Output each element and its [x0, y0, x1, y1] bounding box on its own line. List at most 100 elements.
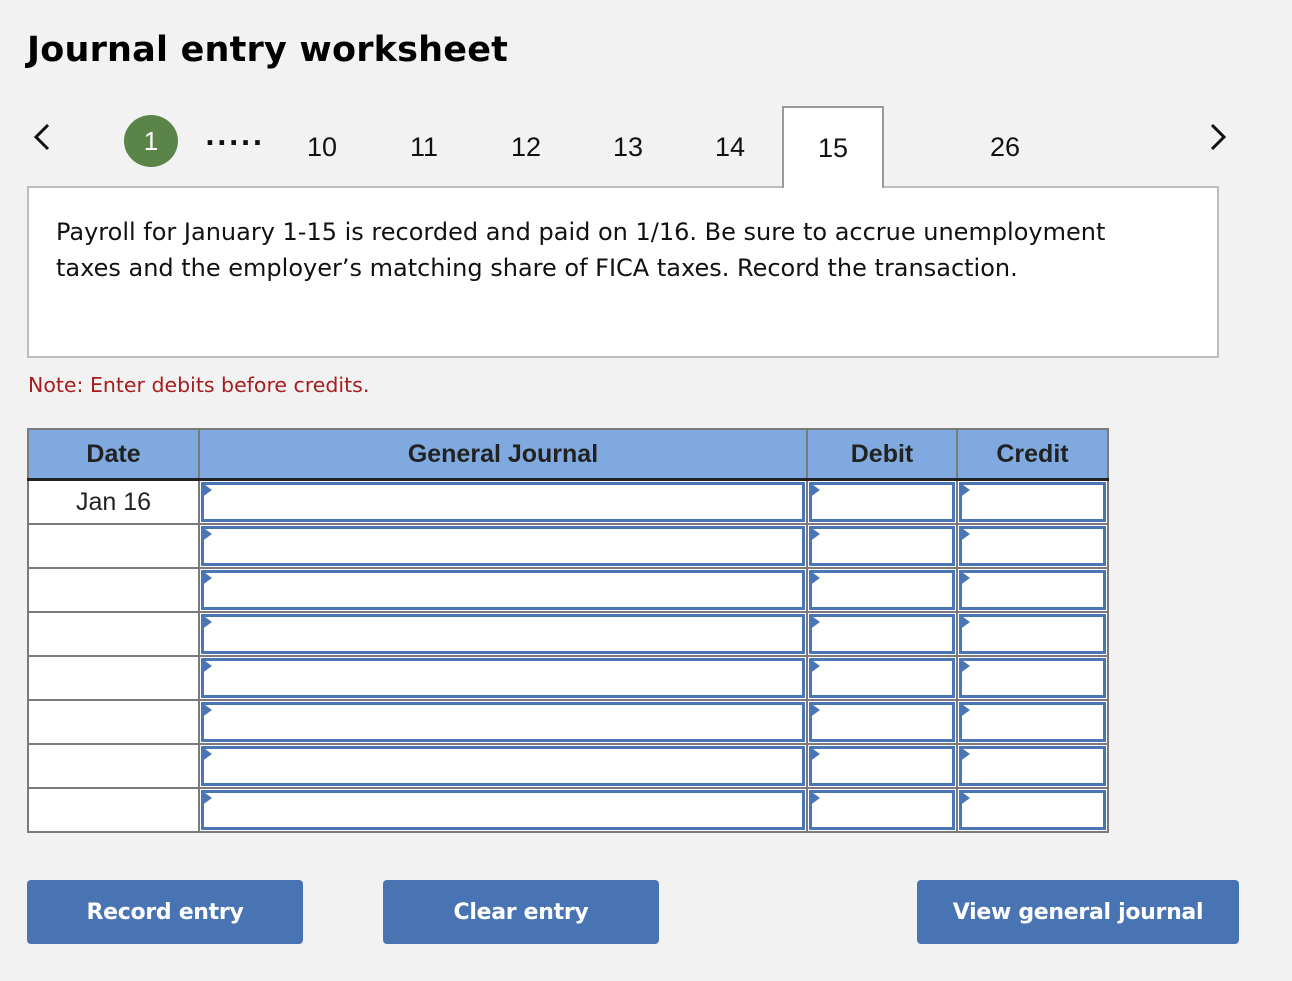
- next-button[interactable]: [1198, 112, 1238, 162]
- chevron-left-icon: [33, 123, 50, 151]
- journal-row: [27, 655, 1109, 701]
- journal-row: [27, 699, 1109, 745]
- credit-entry-field[interactable]: [959, 658, 1106, 698]
- general-journal-column-header: General Journal: [198, 428, 808, 481]
- debit-cell: [806, 787, 958, 833]
- tab-10[interactable]: 10: [272, 106, 372, 188]
- step-1-tab[interactable]: 1: [124, 115, 178, 167]
- account-cell: [198, 611, 808, 657]
- debit-column-header: Debit: [806, 428, 958, 481]
- journal-row: [27, 611, 1109, 657]
- credit-entry-field[interactable]: [959, 570, 1106, 610]
- tabs-ellipsis: .....: [205, 122, 265, 152]
- account-cell: [198, 787, 808, 833]
- tab-13[interactable]: 13: [578, 106, 678, 188]
- credit-cell: [956, 567, 1109, 613]
- account-entry-field[interactable]: [201, 526, 805, 566]
- page-title: Journal entry worksheet: [27, 30, 509, 70]
- tab-15-active[interactable]: 15: [782, 106, 884, 188]
- dropdown-indicator-icon: [201, 746, 212, 762]
- table-header-row: Date General Journal Debit Credit: [27, 428, 1109, 481]
- record-entry-button[interactable]: Record entry: [27, 880, 303, 944]
- dropdown-indicator-icon: [809, 526, 820, 542]
- credit-cell: [956, 655, 1109, 701]
- journal-row: Jan 16: [27, 478, 1109, 525]
- date-cell: [27, 743, 200, 789]
- instruction-note: Note: Enter debits before credits.: [28, 373, 370, 397]
- dropdown-indicator-icon: [809, 790, 820, 806]
- debit-entry-field[interactable]: [809, 790, 955, 830]
- account-cell: [198, 523, 808, 569]
- account-entry-field[interactable]: [201, 746, 805, 786]
- tab-12[interactable]: 12: [476, 106, 576, 188]
- dropdown-indicator-icon: [201, 614, 212, 630]
- tab-26[interactable]: 26: [955, 106, 1055, 188]
- dropdown-indicator-icon: [201, 570, 212, 586]
- credit-entry-field[interactable]: [959, 482, 1106, 522]
- view-general-journal-button[interactable]: View general journal: [917, 880, 1239, 944]
- credit-entry-field[interactable]: [959, 702, 1106, 742]
- credit-cell: [956, 523, 1109, 569]
- date-column-header: Date: [27, 428, 200, 481]
- dropdown-indicator-icon: [201, 790, 212, 806]
- debit-cell: [806, 743, 958, 789]
- dropdown-indicator-icon: [959, 790, 970, 806]
- debit-cell: [806, 611, 958, 657]
- date-cell: [27, 787, 200, 833]
- dropdown-indicator-icon: [959, 526, 970, 542]
- dropdown-indicator-icon: [201, 482, 212, 498]
- journal-row: [27, 567, 1109, 613]
- debit-cell: [806, 655, 958, 701]
- journal-row: [27, 743, 1109, 789]
- dropdown-indicator-icon: [959, 746, 970, 762]
- dropdown-indicator-icon: [959, 614, 970, 630]
- dropdown-indicator-icon: [959, 658, 970, 674]
- clear-entry-button[interactable]: Clear entry: [383, 880, 659, 944]
- dropdown-indicator-icon: [809, 482, 820, 498]
- credit-cell: [956, 699, 1109, 745]
- debit-entry-field[interactable]: [809, 482, 955, 522]
- account-cell: [198, 567, 808, 613]
- debit-entry-field[interactable]: [809, 658, 955, 698]
- account-entry-field[interactable]: [201, 482, 805, 522]
- debit-entry-field[interactable]: [809, 702, 955, 742]
- date-cell: [27, 655, 200, 701]
- date-cell: [27, 699, 200, 745]
- journal-row: [27, 523, 1109, 569]
- credit-column-header: Credit: [956, 428, 1109, 481]
- debit-entry-field[interactable]: [809, 570, 955, 610]
- credit-cell: [956, 787, 1109, 833]
- dropdown-indicator-icon: [809, 658, 820, 674]
- credit-entry-field[interactable]: [959, 746, 1106, 786]
- account-cell: [198, 655, 808, 701]
- credit-entry-field[interactable]: [959, 526, 1106, 566]
- account-cell: [198, 743, 808, 789]
- dropdown-indicator-icon: [809, 702, 820, 718]
- credit-entry-field[interactable]: [959, 790, 1106, 830]
- account-entry-field[interactable]: [201, 614, 805, 654]
- date-cell: Jan 16: [27, 478, 200, 525]
- debit-entry-field[interactable]: [809, 614, 955, 654]
- journal-entry-table: Date General Journal Debit Credit Jan 16: [27, 428, 1109, 833]
- debit-entry-field[interactable]: [809, 526, 955, 566]
- dropdown-indicator-icon: [809, 614, 820, 630]
- account-cell: [198, 699, 808, 745]
- date-cell: [27, 567, 200, 613]
- tab-14[interactable]: 14: [680, 106, 780, 188]
- credit-cell: [956, 478, 1109, 525]
- credit-entry-field[interactable]: [959, 614, 1106, 654]
- question-panel: Payroll for January 1-15 is recorded and…: [27, 186, 1219, 358]
- debit-cell: [806, 523, 958, 569]
- account-entry-field[interactable]: [201, 570, 805, 610]
- account-entry-field[interactable]: [201, 702, 805, 742]
- credit-cell: [956, 611, 1109, 657]
- previous-button[interactable]: [22, 112, 62, 162]
- date-cell: [27, 523, 200, 569]
- account-entry-field[interactable]: [201, 790, 805, 830]
- dropdown-indicator-icon: [201, 658, 212, 674]
- tab-11[interactable]: 11: [374, 106, 474, 188]
- debit-cell: [806, 699, 958, 745]
- account-entry-field[interactable]: [201, 658, 805, 698]
- debit-cell: [806, 478, 958, 525]
- debit-entry-field[interactable]: [809, 746, 955, 786]
